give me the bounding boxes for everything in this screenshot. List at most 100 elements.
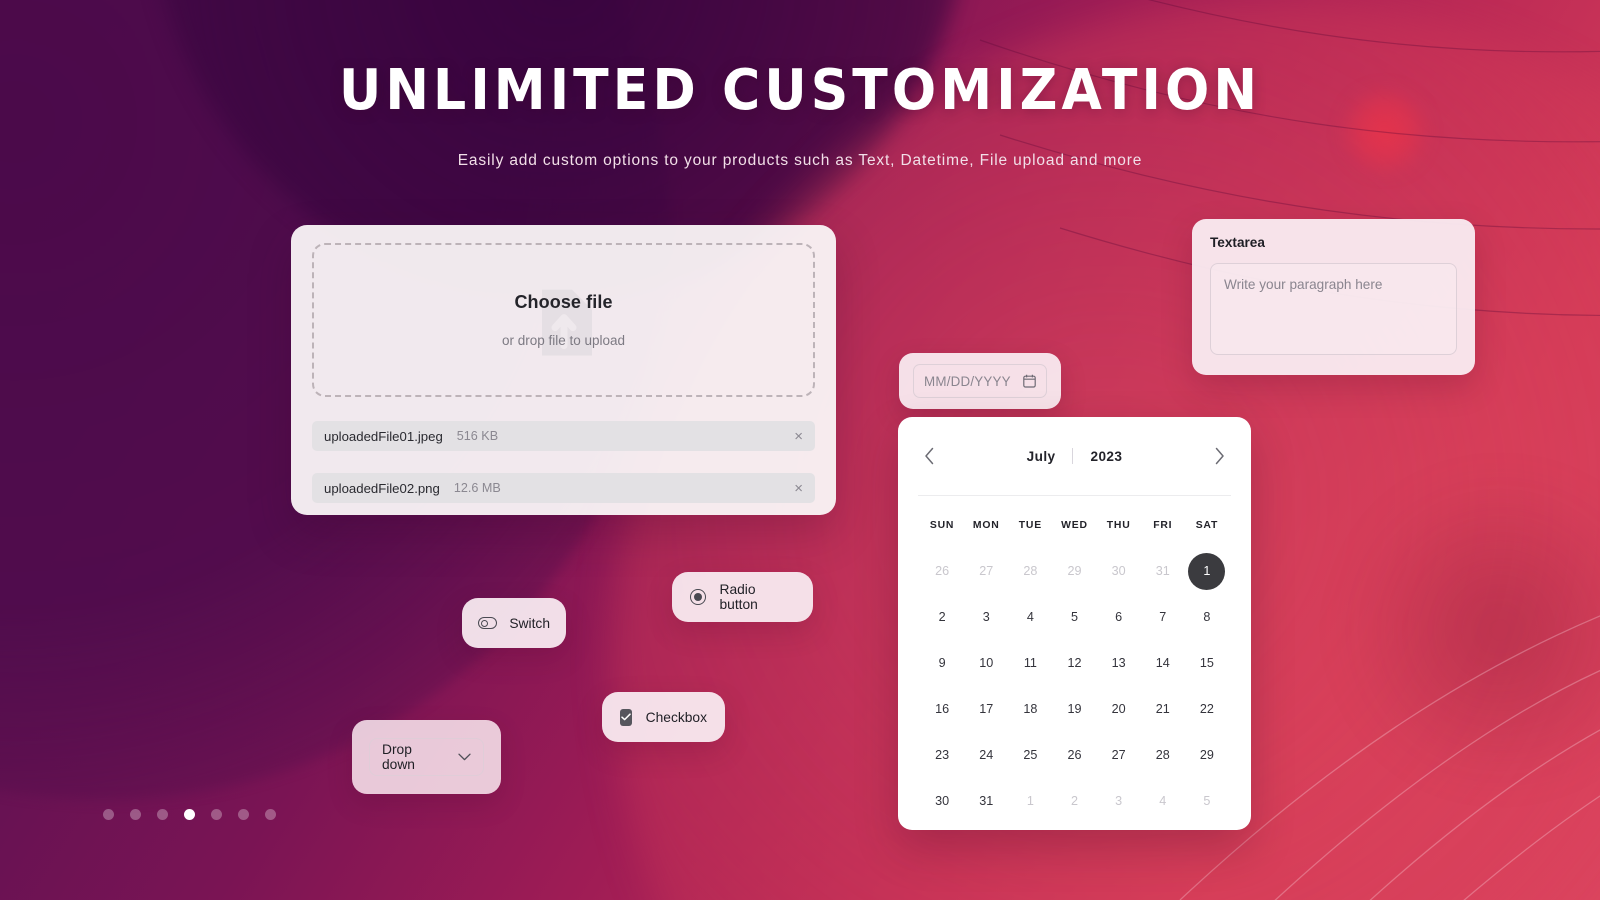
file-upload-card: Choose file or drop file to upload uploa… [291, 225, 836, 515]
calendar-day[interactable]: 17 [964, 686, 1008, 732]
calendar-day[interactable]: 31 [1141, 548, 1185, 594]
slide-header: UNLIMITED CUSTOMIZATION Easily add custo… [0, 0, 1600, 170]
calendar-day[interactable]: 2 [1052, 778, 1096, 824]
calendar-weekday: WED [1061, 519, 1088, 531]
checkbox-control[interactable]: Checkbox [602, 692, 725, 742]
page-title: UNLIMITED CUSTOMIZATION [338, 58, 1262, 123]
calendar-weekday: TUE [1018, 519, 1042, 531]
calendar-day[interactable]: 5 [1052, 594, 1096, 640]
close-icon[interactable]: × [794, 481, 803, 496]
calendar-day[interactable]: 26 [1052, 732, 1096, 778]
calendar-day[interactable]: 28 [1008, 548, 1052, 594]
calendar-day[interactable]: 11 [1008, 640, 1052, 686]
carousel-dot-active[interactable] [184, 809, 195, 820]
calendar-day[interactable]: 23 [920, 732, 964, 778]
calendar-weekday: SUN [929, 519, 955, 531]
calendar-weekday: FRI [1153, 519, 1173, 531]
calendar-day[interactable]: 3 [1097, 778, 1141, 824]
date-input-card: MM/DD/YYYY [899, 353, 1061, 409]
carousel-dot[interactable] [103, 809, 114, 820]
calendar-day[interactable]: 21 [1141, 686, 1185, 732]
carousel-dot[interactable] [130, 809, 141, 820]
calendar-weekday: SAT [1195, 519, 1219, 531]
calendar-day[interactable]: 8 [1185, 594, 1229, 640]
carousel-dot[interactable] [238, 809, 249, 820]
calendar-day[interactable]: 26 [920, 548, 964, 594]
calendar-day[interactable]: 29 [1052, 548, 1096, 594]
carousel-dot[interactable] [265, 809, 276, 820]
calendar-day[interactable]: 31 [964, 778, 1008, 824]
calendar-icon[interactable] [1023, 374, 1036, 388]
calendar-day[interactable]: 16 [920, 686, 964, 732]
calendar-divider [918, 495, 1231, 496]
calendar-day[interactable]: 27 [1097, 732, 1141, 778]
table-row: uploadedFile01.jpeg 516 KB × [312, 421, 815, 451]
calendar-day[interactable]: 1 [1008, 778, 1052, 824]
calendar-month[interactable]: July [1027, 449, 1056, 464]
page-subtitle: Easily add custom options to your produc… [457, 152, 1143, 170]
calendar-day[interactable]: 4 [1008, 594, 1052, 640]
close-icon[interactable]: × [794, 429, 803, 444]
textarea-input[interactable]: Write your paragraph here [1210, 263, 1457, 355]
background-blob-shade [1330, 480, 1600, 780]
carousel-dot[interactable] [211, 809, 222, 820]
calendar-day[interactable]: 27 [964, 548, 1008, 594]
radio-selected-icon[interactable] [690, 589, 706, 605]
calendar-widget: July 2023 SUN MON TUE WED THU FRI SAT 26 27 28 29 3… [898, 417, 1251, 830]
calendar-day[interactable]: 5 [1185, 778, 1229, 824]
choose-file-label: Choose file [514, 292, 613, 312]
calendar-weekday: MON [972, 519, 1000, 531]
file-dropzone[interactable]: Choose file or drop file to upload [312, 243, 815, 397]
calendar-day[interactable]: 28 [1141, 732, 1185, 778]
calendar-day[interactable]: 3 [964, 594, 1008, 640]
toggle-off-icon[interactable] [478, 617, 498, 629]
calendar-day[interactable]: 2 [920, 594, 964, 640]
calendar-day[interactable]: 13 [1097, 640, 1141, 686]
calendar-day[interactable]: 24 [964, 732, 1008, 778]
calendar-weekday: THU [1106, 519, 1131, 531]
calendar-month-year: July 2023 [1027, 448, 1123, 464]
radio-control[interactable]: Radio button [672, 572, 813, 622]
carousel-dots [103, 809, 276, 820]
calendar-day-selected[interactable]: 1 [1185, 548, 1229, 594]
calendar-day[interactable]: 29 [1185, 732, 1229, 778]
calendar-day[interactable]: 4 [1141, 778, 1185, 824]
table-row: uploadedFile02.png 12.6 MB × [312, 473, 815, 503]
calendar-day[interactable]: 10 [964, 640, 1008, 686]
switch-control[interactable]: Switch [462, 598, 566, 648]
calendar-day[interactable]: 19 [1052, 686, 1096, 732]
calendar-day[interactable]: 30 [920, 778, 964, 824]
file-name: uploadedFile02.png [324, 480, 440, 496]
calendar-day[interactable]: 12 [1052, 640, 1096, 686]
switch-knob [480, 619, 488, 627]
drop-file-hint: or drop file to upload [501, 333, 626, 348]
calendar-day[interactable]: 25 [1008, 732, 1052, 778]
calendar-day[interactable]: 18 [1008, 686, 1052, 732]
calendar-day[interactable]: 30 [1097, 548, 1141, 594]
calendar-year[interactable]: 2023 [1090, 449, 1122, 464]
dropdown-label: Drop down [382, 742, 415, 772]
divider [1072, 448, 1074, 464]
carousel-dot[interactable] [157, 809, 168, 820]
chevron-down-icon[interactable] [458, 753, 471, 761]
chevron-left-icon[interactable] [920, 443, 939, 469]
file-size: 12.6 MB [453, 481, 501, 495]
radio-dot [693, 593, 702, 601]
calendar-day[interactable]: 9 [920, 640, 964, 686]
calendar-header: July 2023 [920, 417, 1229, 495]
calendar-day[interactable]: 14 [1141, 640, 1185, 686]
calendar-day[interactable]: 6 [1097, 594, 1141, 640]
chevron-right-icon[interactable] [1210, 443, 1229, 469]
textarea-placeholder: Write your paragraph here [1224, 277, 1383, 292]
switch-label: Switch [509, 615, 550, 631]
checkbox-label: Checkbox [645, 709, 707, 725]
calendar-day[interactable]: 15 [1185, 640, 1229, 686]
calendar-day[interactable]: 22 [1185, 686, 1229, 732]
dropdown-select[interactable]: Drop down [369, 738, 484, 776]
calendar-day[interactable]: 7 [1141, 594, 1185, 640]
calendar-day[interactable]: 20 [1097, 686, 1141, 732]
date-input[interactable]: MM/DD/YYYY [913, 364, 1047, 398]
checkbox-checked-icon[interactable] [620, 708, 632, 726]
calendar-grid: SUN MON TUE WED THU FRI SAT 26 27 28 29 30 31 1 2 3 4 5 6 7… [920, 502, 1229, 824]
textarea-card: Textarea Write your paragraph here [1192, 219, 1475, 375]
